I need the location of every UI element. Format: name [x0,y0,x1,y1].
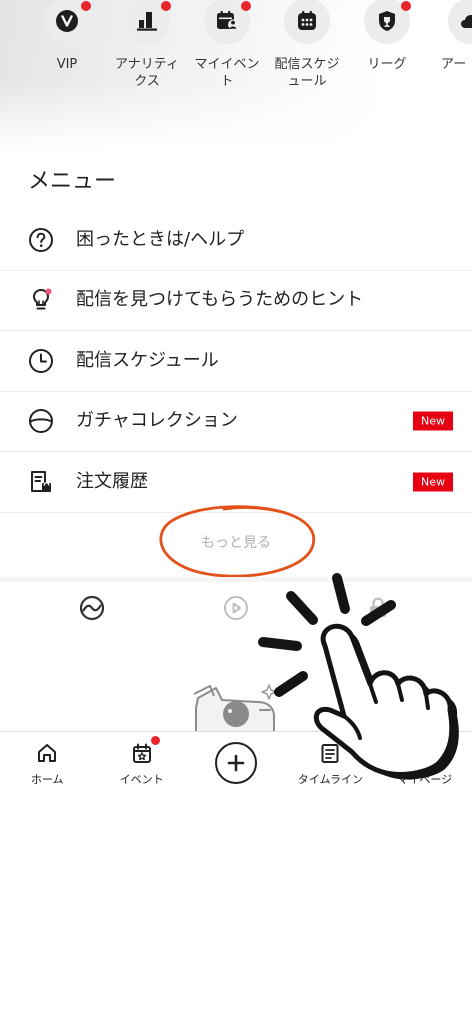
shortcut-label: アナリティクス [115,57,179,89]
nav-label: イベント [119,773,164,786]
section-divider [0,577,472,582]
menu-list: 困ったときは/ヘルプ 配信を見つけてもらうためのヒント 配信スケジュール ガチャ… [0,210,472,513]
nav-label: タイムライン [297,773,363,786]
shortcut-label: リーグ [367,57,407,72]
menu-item-order-history[interactable]: 注文履歴 New [0,452,472,513]
shortcut-my-event[interactable]: マイイベント [187,0,267,100]
order-receipt-icon [31,470,51,492]
nav-label: ホーム [30,773,64,786]
timeline-icon [321,744,339,763]
nav-timeline[interactable]: タイムライン [283,732,377,802]
help-icon [29,227,53,252]
shortcut-label: VIP [56,57,78,72]
shortcut-vip[interactable]: VIP [27,0,107,100]
league-shield-icon [379,11,395,31]
lightbulb-icon [33,288,52,310]
show-more-container: もっと見る [0,533,472,553]
shortcut-league[interactable]: リーグ [347,0,427,100]
play-circle-icon[interactable] [223,595,249,621]
menu-item-schedule[interactable]: 配信スケジュール [0,331,472,392]
lock-icon[interactable] [365,595,391,621]
mascot-illustration [193,684,277,731]
my-event-icon [217,11,238,30]
menu-item-gacha-collection[interactable]: ガチャコレクション New [0,392,472,452]
menu-item-help[interactable]: 困ったときは/ヘルプ [0,210,472,271]
gacha-icon [29,409,53,434]
new-badge: New [413,411,453,431]
shortcut-analytics[interactable]: アナリティクス [107,0,187,100]
shortcut-button[interactable] [448,0,472,44]
menu-item-label: 配信を見つけてもらうためのヒント [76,289,364,311]
wave-circle-icon[interactable] [79,595,105,621]
create-plus-icon [227,754,245,772]
menu-item-label: 困ったときは/ヘルプ [76,228,245,250]
menu-item-hints[interactable]: 配信を見つけてもらうためのヒント [0,271,472,331]
nav-home[interactable]: ホーム [0,732,94,802]
menu-item-label: 注文履歴 [76,470,148,492]
notification-dot [161,1,171,11]
menu-item-label: ガチャコレクション [76,410,238,432]
notification-dot [81,1,91,11]
nav-create[interactable] [189,732,283,802]
vip-icon [56,10,78,32]
shortcut-button[interactable] [284,0,330,44]
shortcut-bar: VIP アナリティクス マイイベント 配信スケジュール リーグ アー [0,0,472,150]
nav-label: マイページ [397,773,453,786]
nav-mypage[interactable]: マイページ [378,732,472,802]
nav-event[interactable]: イベント [94,732,188,802]
notification-dot [401,1,411,11]
shortcut-label: 配信スケジュール [274,57,340,89]
menu-title: メニュー [28,169,117,194]
new-badge: New [413,472,453,492]
home-icon [38,744,57,762]
shortcut-label: アー [441,57,467,72]
shortcut-archive[interactable]: アー [427,0,472,100]
shortcut-schedule[interactable]: 配信スケジュール [267,0,347,100]
event-calendar-icon [132,743,151,763]
analytics-icon [137,12,157,31]
shortcut-label: マイイベント [194,57,260,89]
notification-dot [241,1,251,11]
app-screen: VIP アナリティクス マイイベント 配信スケジュール リーグ アー メニュー … [0,0,472,1024]
show-more-link[interactable]: もっと見る [201,535,271,551]
create-button[interactable] [214,742,257,784]
mypage-icon [416,744,434,763]
clock-icon [29,348,53,373]
menu-item-label: 配信スケジュール [76,349,219,371]
notification-dot [151,736,161,745]
bottom-nav: ホーム イベント タイムライン マイページ [0,731,472,801]
schedule-calendar-icon [298,11,316,30]
cloud-icon [461,15,472,28]
